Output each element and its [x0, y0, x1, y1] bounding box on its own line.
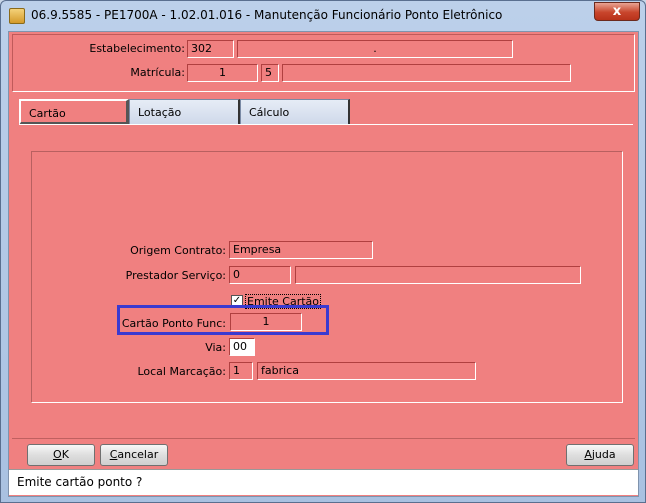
cancel-label: ancelar: [117, 448, 159, 461]
help-mnemonic: A: [584, 448, 592, 461]
cartao-ponto-field[interactable]: 1: [230, 313, 302, 331]
ok-button[interactable]: OK: [27, 444, 95, 466]
via-label: Via:: [205, 341, 226, 354]
tab-lotacao-label: Lotação: [138, 106, 182, 119]
local-marcacao-code-field[interactable]: 1: [229, 362, 253, 380]
title-bar[interactable]: 06.9.5585 - PE1700A - 1.02.01.016 - Manu…: [1, 1, 645, 31]
application-window: 06.9.5585 - PE1700A - 1.02.01.016 - Manu…: [0, 0, 646, 503]
estabelecimento-name-field: .: [237, 40, 513, 58]
form-client-area: Estabelecimento: 302 . Matrícula: 1 5 Ca…: [8, 31, 639, 497]
help-label: juda: [591, 448, 616, 461]
estabelecimento-code-field[interactable]: 302: [187, 40, 234, 58]
cartao-ponto-label: Cartão Ponto Func:: [121, 317, 226, 330]
via-field[interactable]: 00: [229, 338, 255, 356]
status-bar: Emite cartão ponto ?: [9, 469, 638, 495]
ok-label: K: [61, 448, 69, 461]
matricula-name-field: [282, 64, 571, 82]
prestador-servico-label: Prestador Serviço:: [125, 269, 226, 282]
button-bar: OK Cancelar Ajuda: [12, 438, 635, 468]
tab-lotacao[interactable]: Lotação: [129, 99, 240, 125]
help-button[interactable]: Ajuda: [566, 444, 634, 466]
tab-cartao[interactable]: Cartão: [19, 99, 129, 125]
tab-cartao-content: Origem Contrato: Empresa Prestador Servi…: [19, 124, 633, 434]
prestador-servico-code-field[interactable]: 0: [229, 266, 291, 284]
origem-contrato-label: Origem Contrato:: [130, 244, 226, 257]
cancel-button[interactable]: Cancelar: [100, 444, 168, 466]
estabelecimento-label: Estabelecimento:: [89, 42, 185, 55]
app-icon: [9, 8, 25, 24]
tab-calculo[interactable]: Cálculo: [240, 99, 350, 125]
header-panel: Estabelecimento: 302 . Matrícula: 1 5: [12, 34, 635, 92]
ok-mnemonic: O: [53, 448, 62, 461]
window-title: 06.9.5585 - PE1700A - 1.02.01.016 - Manu…: [31, 8, 503, 22]
matricula-label: Matrícula:: [130, 66, 185, 79]
tab-cartao-label: Cartão: [29, 107, 66, 120]
close-button[interactable]: x: [594, 2, 640, 21]
tab-calculo-label: Cálculo: [249, 106, 290, 119]
matricula-field[interactable]: 1: [187, 64, 258, 82]
matricula-digit-field[interactable]: 5: [261, 64, 279, 82]
origem-contrato-field[interactable]: Empresa: [229, 241, 373, 259]
local-marcacao-name-field: fabrica: [257, 362, 476, 380]
local-marcacao-label: Local Marcação:: [137, 365, 226, 378]
prestador-servico-name-field: [295, 266, 581, 284]
